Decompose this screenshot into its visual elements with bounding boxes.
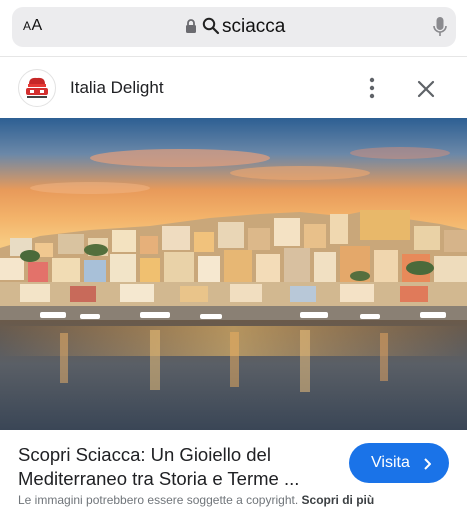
result-title-line1: Scopri Sciacca: Un Gioiello del xyxy=(18,444,271,465)
url-bar[interactable]: AA sciacca xyxy=(12,7,456,47)
close-icon[interactable] xyxy=(414,77,438,101)
visit-button[interactable]: Visita xyxy=(349,443,449,483)
source-name[interactable]: Italia Delight xyxy=(70,78,164,98)
lock-icon xyxy=(185,18,197,39)
result-image[interactable] xyxy=(0,118,467,430)
result-info: Scopri Sciacca: Un Gioiello del Mediterr… xyxy=(0,430,467,507)
sciacca-photo xyxy=(0,118,467,430)
chevron-right-icon xyxy=(423,457,432,475)
visit-button-label: Visita xyxy=(371,454,410,471)
italia-delight-logo xyxy=(18,69,56,107)
copyright-notice-text: Le immagini potrebbero essere soggette a… xyxy=(18,493,299,507)
text-size-button[interactable]: AA xyxy=(23,17,43,35)
copyright-notice: Le immagini potrebbero essere soggette a… xyxy=(18,493,374,507)
search-icon xyxy=(202,17,220,40)
learn-more-link[interactable]: Scopri di più xyxy=(302,493,375,507)
source-header: Italia Delight xyxy=(0,56,467,119)
more-vertical-icon[interactable] xyxy=(362,76,382,100)
browser-address-area: AA sciacca xyxy=(0,0,467,56)
result-title-line2: Mediterraneo tra Storia e Terme ... xyxy=(18,468,300,489)
result-title[interactable]: Scopri Sciacca: Un Gioiello del Mediterr… xyxy=(18,443,328,491)
microphone-icon[interactable] xyxy=(432,16,448,43)
search-query-text[interactable]: sciacca xyxy=(222,16,285,38)
